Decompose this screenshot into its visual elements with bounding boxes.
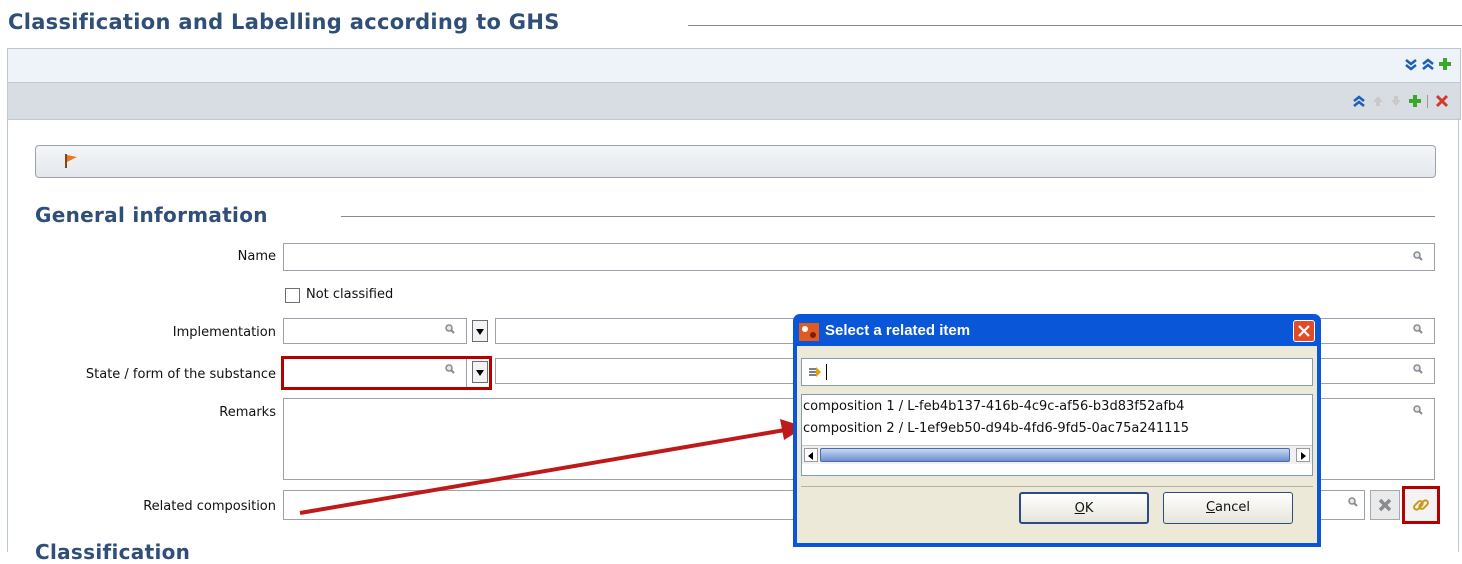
outer-toolbar (7, 48, 1461, 83)
scroll-right-button[interactable] (1296, 448, 1310, 462)
related-composition-label: Related composition (143, 499, 276, 514)
panel-right-border (1458, 118, 1459, 552)
red-x-icon[interactable] (1435, 94, 1449, 108)
search-icon[interactable] (1413, 324, 1423, 334)
not-classified-label: Not classified (306, 287, 394, 302)
dialog-close-button[interactable] (1293, 320, 1315, 342)
arrow-down-icon[interactable] (1389, 94, 1403, 108)
cancel-rest: ancel (1215, 500, 1251, 515)
scroll-left-button[interactable] (804, 448, 818, 462)
green-plus-icon[interactable] (1408, 94, 1422, 108)
implementation-dropdown-button[interactable] (472, 320, 488, 342)
title-rule (688, 25, 1462, 26)
dialog-filter-field[interactable] (801, 358, 1313, 386)
ok-rest: K (1084, 501, 1094, 516)
search-icon[interactable] (1413, 251, 1423, 261)
dialog-title: Select a related item (825, 322, 971, 339)
name-label: Name (237, 249, 276, 264)
ok-button[interactable]: OK (1019, 492, 1149, 524)
toolbar-separator (1427, 95, 1428, 108)
cancel-button[interactable]: Cancel (1163, 492, 1293, 524)
implementation-label: Implementation (172, 325, 276, 340)
not-classified-checkbox[interactable] (285, 288, 300, 303)
page-title: Classification and Labelling according t… (8, 10, 560, 34)
clear-button[interactable] (1370, 490, 1400, 520)
flag-icon[interactable] (63, 153, 79, 169)
double-chevron-down-icon[interactable] (1404, 57, 1418, 71)
state-label: State / form of the substance (85, 367, 276, 382)
filter-arrow-icon (809, 367, 821, 377)
close-icon (1298, 325, 1310, 337)
ok-mnemonic: O (1074, 501, 1085, 516)
state-highlight-box (281, 356, 492, 390)
select-related-item-dialog: Select a related item composition 1 / L-… (793, 314, 1321, 547)
flag-bar[interactable] (35, 145, 1436, 178)
implementation-field[interactable] (283, 318, 467, 344)
dialog-body: composition 1 / L-feb4b137-416b-4c9c-af5… (797, 346, 1317, 543)
dialog-item-list: composition 1 / L-feb4b137-416b-4c9c-af5… (801, 394, 1313, 476)
link-chain-icon (1413, 499, 1429, 511)
green-plus-icon[interactable] (1438, 57, 1452, 71)
horizontal-scrollbar[interactable] (802, 445, 1312, 464)
list-item[interactable]: composition 1 / L-feb4b137-416b-4c9c-af5… (803, 399, 1184, 414)
inner-toolbar (7, 82, 1461, 120)
grey-x-icon (1378, 498, 1392, 512)
section-title-classification: Classification (35, 540, 191, 564)
scroll-thumb[interactable] (820, 448, 1290, 462)
remarks-label: Remarks (219, 405, 276, 420)
app-logo-icon (799, 323, 819, 341)
dialog-filter-caret (826, 364, 827, 380)
dialog-separator (801, 486, 1313, 487)
search-icon[interactable] (1413, 405, 1423, 415)
double-chevron-up-icon[interactable] (1352, 94, 1366, 108)
arrow-up-icon[interactable] (1371, 94, 1385, 108)
link-button[interactable] (1402, 486, 1440, 524)
list-item[interactable]: composition 2 / L-1ef9eb50-d94b-4fd6-9fd… (803, 421, 1189, 436)
double-chevron-up-icon[interactable] (1421, 57, 1435, 71)
search-icon[interactable] (1413, 364, 1423, 374)
search-icon[interactable] (1348, 497, 1358, 507)
cancel-mnemonic: C (1205, 500, 1216, 515)
name-field[interactable] (283, 243, 1435, 271)
general-rule (341, 216, 1435, 217)
section-title-general: General information (35, 203, 268, 227)
panel-left-border (7, 118, 8, 552)
search-icon[interactable] (445, 324, 455, 334)
